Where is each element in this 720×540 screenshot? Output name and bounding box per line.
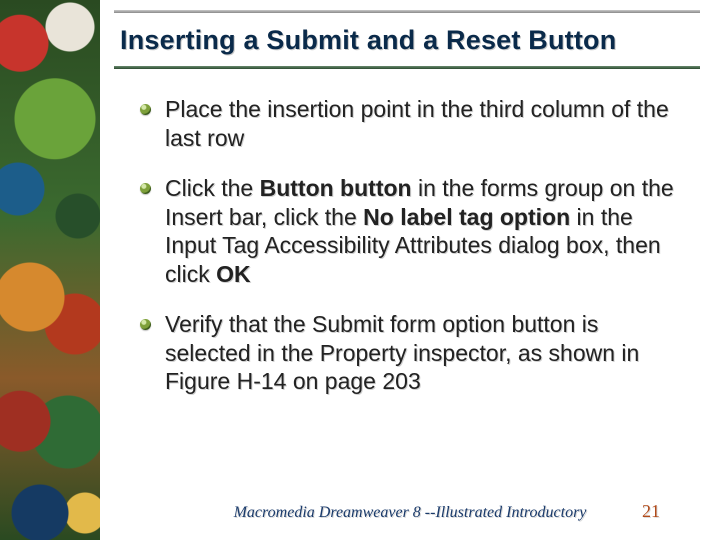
slide-title: Inserting a Submit and a Reset Button xyxy=(114,13,700,66)
list-item: Place the insertion point in the third c… xyxy=(140,95,690,152)
abstract-paint-icon xyxy=(0,0,100,540)
bullet-list: Place the insertion point in the third c… xyxy=(114,95,700,396)
list-item: Click the Button button in the forms gro… xyxy=(140,174,690,288)
text-run: Verify that the Submit form option butto… xyxy=(165,311,639,394)
footer: Macromedia Dreamweaver 8 --Illustrated I… xyxy=(100,504,720,522)
bullet-text: Place the insertion point in the third c… xyxy=(165,95,690,152)
footer-text: Macromedia Dreamweaver 8 --Illustrated I… xyxy=(100,504,720,522)
text-run: Click the xyxy=(165,175,260,201)
page-number: 21 xyxy=(642,501,660,522)
bullet-icon xyxy=(140,319,151,330)
bullet-icon xyxy=(140,104,151,115)
bold-run: No label tag option xyxy=(363,204,570,230)
bullet-text: Click the Button button in the forms gro… xyxy=(165,174,690,288)
content-area: Inserting a Submit and a Reset Button Pl… xyxy=(100,0,720,540)
divider-bottom xyxy=(114,66,700,69)
bold-run: OK xyxy=(216,261,251,287)
bullet-text: Verify that the Submit form option butto… xyxy=(165,310,690,396)
text-run: Place the insertion point in the third c… xyxy=(165,96,669,151)
bullet-icon xyxy=(140,183,151,194)
title-bar: Inserting a Submit and a Reset Button xyxy=(114,10,700,69)
slide: Inserting a Submit and a Reset Button Pl… xyxy=(0,0,720,540)
bold-run: Button button xyxy=(260,175,412,201)
list-item: Verify that the Submit form option butto… xyxy=(140,310,690,396)
decorative-sidebar xyxy=(0,0,100,540)
